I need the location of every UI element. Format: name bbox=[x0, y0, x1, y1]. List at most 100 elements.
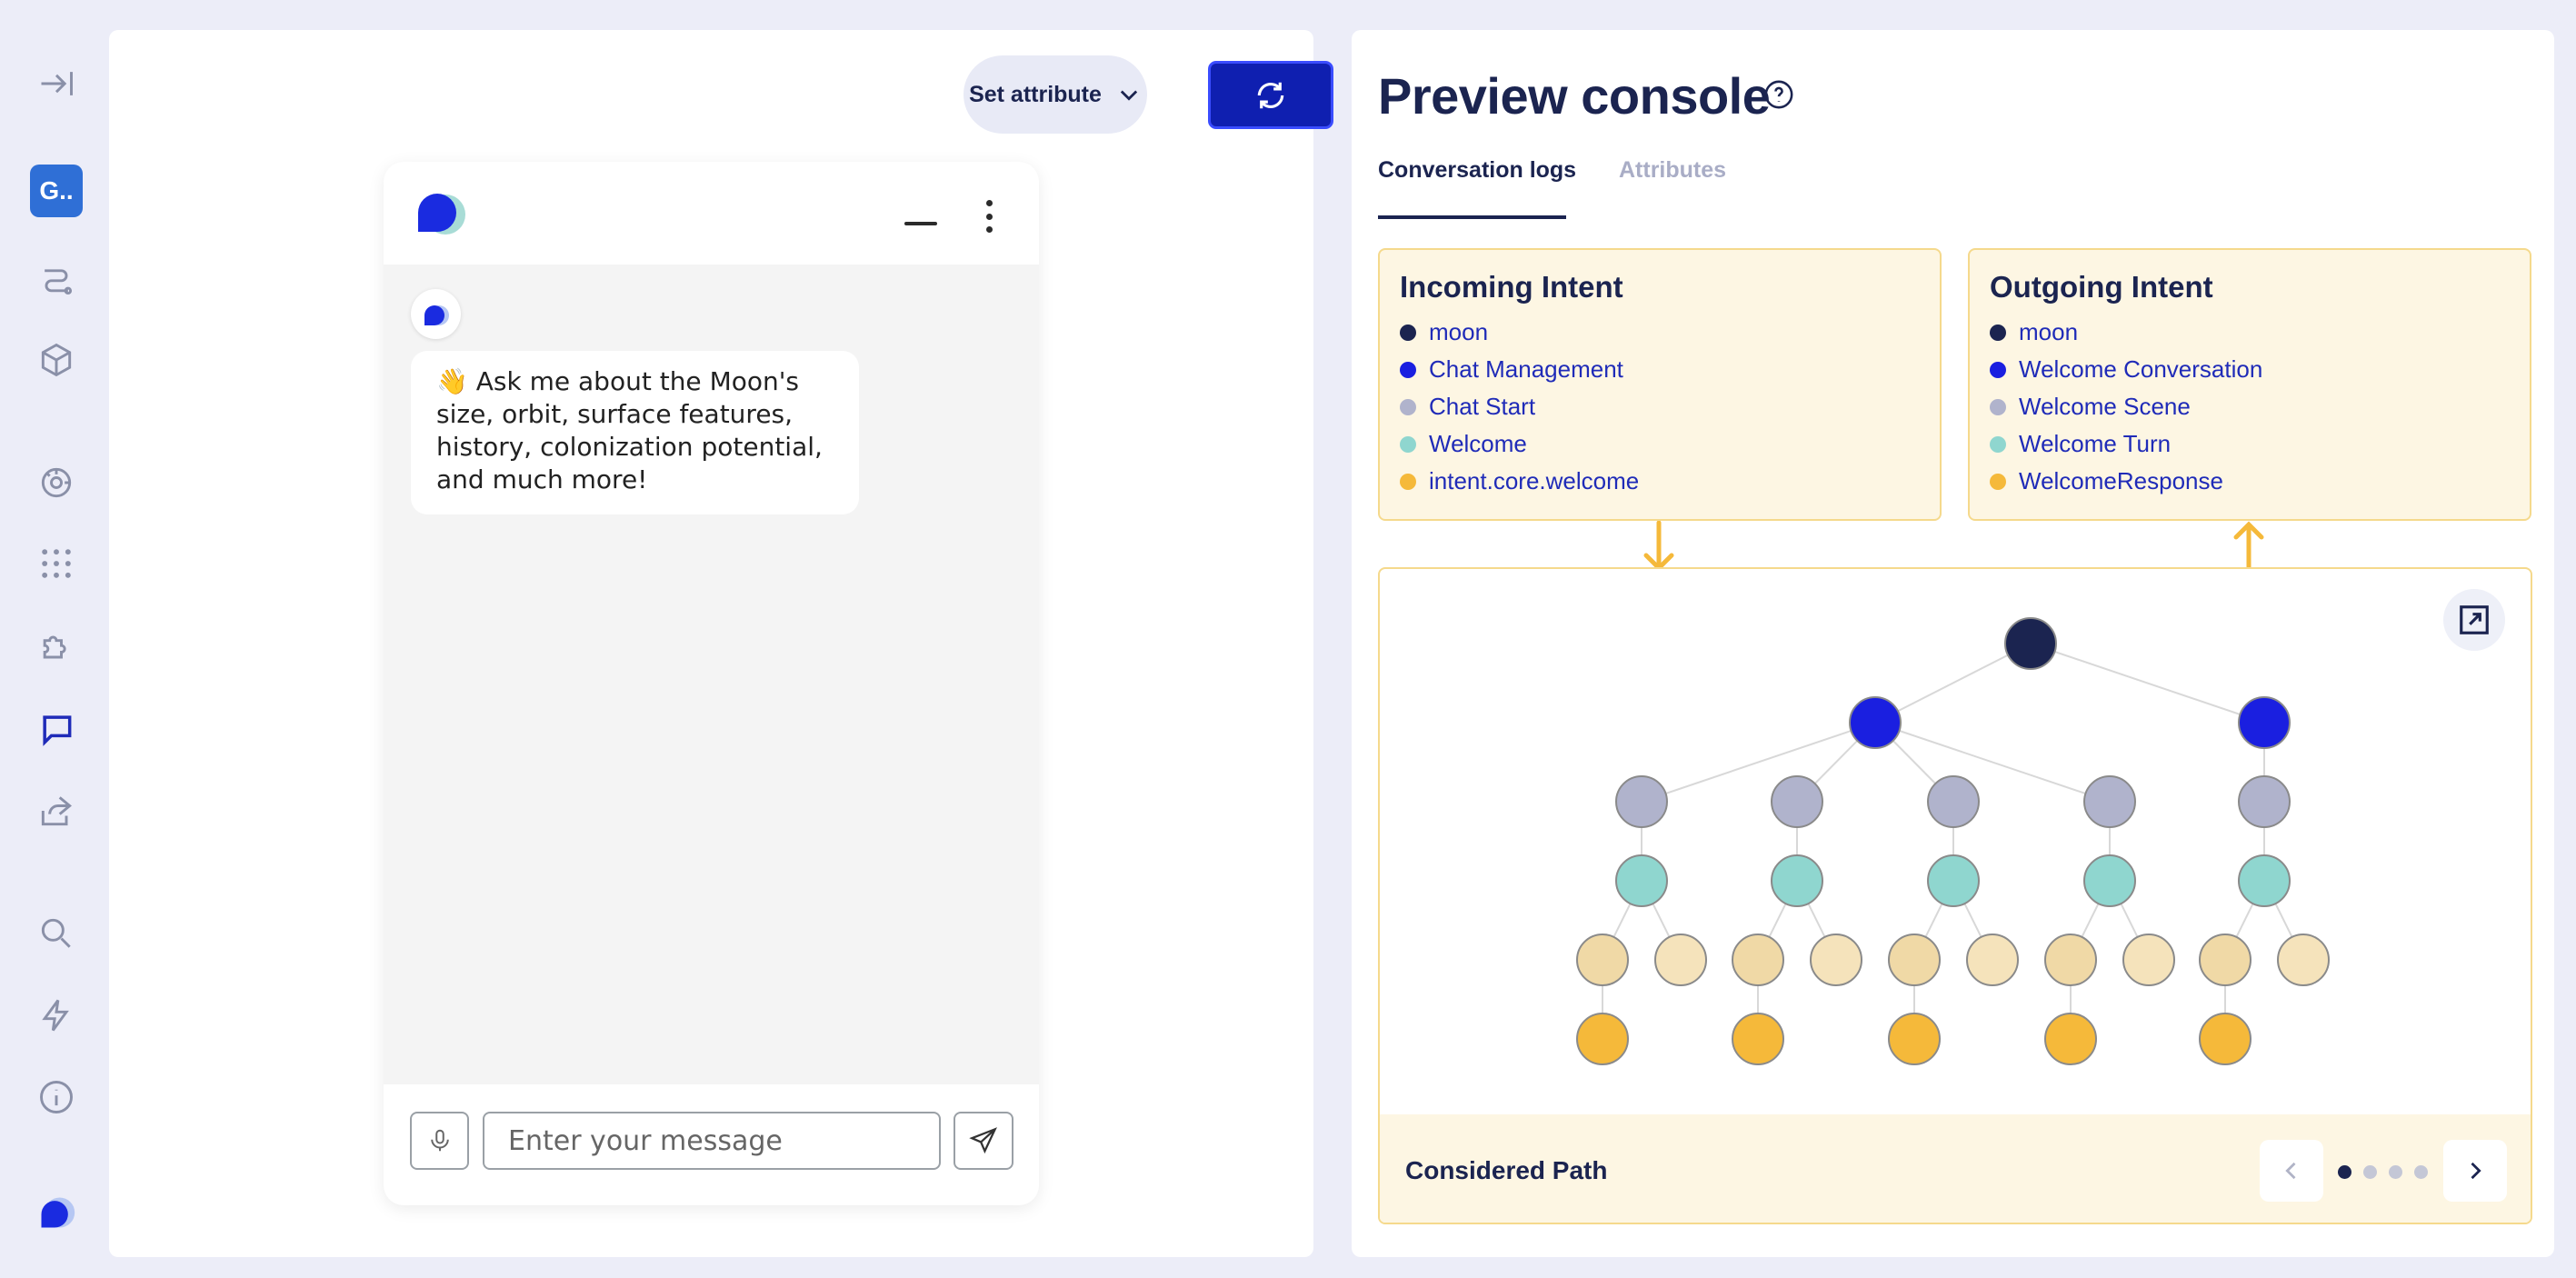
intent-color-dot bbox=[1990, 435, 2006, 453]
microphone-button[interactable] bbox=[410, 1112, 469, 1170]
expand-button[interactable] bbox=[2443, 589, 2505, 651]
more-options-icon[interactable] bbox=[971, 198, 1007, 235]
considered-path-label: Considered Path bbox=[1405, 1156, 1608, 1184]
message-input[interactable] bbox=[483, 1112, 941, 1170]
arrow-down-icon bbox=[1643, 521, 1674, 572]
active-tab-indicator bbox=[1378, 215, 1566, 219]
logo-icon[interactable] bbox=[35, 1191, 78, 1234]
dots-grid-icon[interactable] bbox=[35, 542, 78, 585]
pager-dot[interactable] bbox=[2389, 1165, 2402, 1179]
outgoing-intent-card: Outgoing Intent moon Welcome Conversation… bbox=[1968, 248, 2531, 521]
send-button[interactable] bbox=[954, 1112, 1013, 1170]
intent-color-dot bbox=[1990, 324, 2006, 341]
intent-graph: Considered Path bbox=[1378, 567, 2532, 1224]
refresh-icon bbox=[1257, 82, 1284, 108]
collapse-icon[interactable] bbox=[35, 62, 78, 105]
intent-label: moon bbox=[1429, 318, 1489, 345]
conversation-node[interactable] bbox=[1849, 696, 1902, 749]
root-node[interactable] bbox=[2004, 617, 2057, 670]
help-icon[interactable] bbox=[1763, 79, 1794, 110]
tree-edge bbox=[1874, 722, 2111, 803]
intent-node[interactable] bbox=[1888, 1013, 1941, 1065]
turn-node[interactable] bbox=[1615, 854, 1668, 907]
request-node[interactable] bbox=[1576, 934, 1629, 986]
intent-label: Welcome bbox=[1429, 430, 1527, 457]
conversation-node[interactable] bbox=[2238, 696, 2291, 749]
chat-header bbox=[384, 162, 1039, 265]
intent-color-dot bbox=[1400, 398, 1416, 415]
chat-footer bbox=[384, 1084, 1039, 1205]
page-title: Preview console bbox=[1378, 67, 1771, 125]
set-attribute-label: Set attribute bbox=[969, 81, 1102, 107]
scene-node[interactable] bbox=[2083, 775, 2136, 828]
intent-tree-diagram[interactable] bbox=[1380, 569, 2532, 1114]
outgoing-intent-title: Outgoing Intent bbox=[1990, 270, 2213, 304]
outgoing-intent-item: WelcomeResponse bbox=[1990, 463, 2510, 500]
intent-label: Chat Start bbox=[1429, 393, 1536, 420]
outgoing-intent-item: moon bbox=[1990, 314, 2510, 351]
tab-conversation-logs[interactable]: Conversation logs bbox=[1378, 157, 1576, 184]
incoming-intent-card: Incoming Intent moon Chat Management Chat … bbox=[1378, 248, 1942, 521]
scene-node[interactable] bbox=[1927, 775, 1980, 828]
intent-node[interactable] bbox=[2199, 1013, 2252, 1065]
outgoing-intent-item: Welcome Turn bbox=[1990, 425, 2510, 463]
outgoing-intent-item: Welcome Scene bbox=[1990, 388, 2510, 425]
request-node[interactable] bbox=[2199, 934, 2252, 986]
intent-node[interactable] bbox=[1732, 1013, 1784, 1065]
expand-icon bbox=[2460, 605, 2489, 634]
intent-label: WelcomeResponse bbox=[2019, 467, 2223, 494]
response-node[interactable] bbox=[1810, 934, 1862, 986]
intent-color-dot bbox=[1990, 361, 2006, 378]
outgoing-intent-item: Welcome Conversation bbox=[1990, 351, 2510, 388]
puzzle-icon[interactable] bbox=[35, 625, 78, 669]
flows-icon[interactable] bbox=[35, 257, 78, 301]
pager-dot[interactable] bbox=[2338, 1165, 2351, 1179]
preview-console-panel: Preview console Conversation logs Attrib… bbox=[1352, 30, 2554, 1257]
turn-node[interactable] bbox=[1927, 854, 1980, 907]
scene-node[interactable] bbox=[1771, 775, 1823, 828]
pager-dot[interactable] bbox=[2363, 1165, 2377, 1179]
incoming-intent-title: Incoming Intent bbox=[1400, 270, 1623, 304]
tab-attributes[interactable]: Attributes bbox=[1619, 157, 1726, 184]
turn-node[interactable] bbox=[2083, 854, 2136, 907]
response-node[interactable] bbox=[1654, 934, 1707, 986]
pager-dot[interactable] bbox=[2414, 1165, 2428, 1179]
turn-node[interactable] bbox=[1771, 854, 1823, 907]
chat-icon[interactable] bbox=[35, 707, 78, 751]
cube-icon[interactable] bbox=[35, 338, 78, 382]
turn-node[interactable] bbox=[2238, 854, 2291, 907]
intent-node[interactable] bbox=[1576, 1013, 1629, 1065]
intent-node[interactable] bbox=[2044, 1013, 2097, 1065]
chat-logo-icon bbox=[418, 194, 465, 235]
scene-node[interactable] bbox=[2238, 775, 2291, 828]
brain-icon[interactable] bbox=[35, 461, 78, 504]
previous-path-button[interactable] bbox=[2260, 1140, 2323, 1202]
request-node[interactable] bbox=[1888, 934, 1941, 986]
considered-path-bar: Considered Path bbox=[1380, 1114, 2531, 1223]
share-icon[interactable] bbox=[35, 789, 78, 833]
intent-label: moon bbox=[2019, 318, 2079, 345]
scene-node[interactable] bbox=[1615, 775, 1668, 828]
info-icon[interactable] bbox=[35, 1075, 78, 1119]
next-path-button[interactable] bbox=[2443, 1140, 2507, 1202]
incoming-intent-item: Chat Management bbox=[1400, 351, 1920, 388]
intent-label: Chat Management bbox=[1429, 355, 1623, 383]
bot-avatar bbox=[411, 289, 461, 339]
response-node[interactable] bbox=[1966, 934, 2019, 986]
chat-widget: 👋 Ask me about the Moon's size, orbit, s… bbox=[384, 162, 1039, 1205]
response-node[interactable] bbox=[2277, 934, 2330, 986]
intent-color-dot bbox=[1400, 324, 1416, 341]
response-node[interactable] bbox=[2122, 934, 2175, 986]
console-tabs: Conversation logs Attributes bbox=[1378, 157, 2529, 221]
minimize-button[interactable] bbox=[904, 222, 937, 225]
intent-color-dot bbox=[1990, 398, 2006, 415]
lightning-icon[interactable] bbox=[35, 993, 78, 1037]
refresh-button[interactable] bbox=[1208, 61, 1333, 129]
intent-color-dot bbox=[1990, 473, 2006, 490]
request-node[interactable] bbox=[1732, 934, 1784, 986]
set-attribute-dropdown[interactable]: Set attribute bbox=[964, 55, 1147, 134]
workspace-badge[interactable]: G.. bbox=[30, 165, 83, 217]
search-icon[interactable] bbox=[35, 912, 78, 955]
request-node[interactable] bbox=[2044, 934, 2097, 986]
path-pager bbox=[2338, 1165, 2428, 1179]
